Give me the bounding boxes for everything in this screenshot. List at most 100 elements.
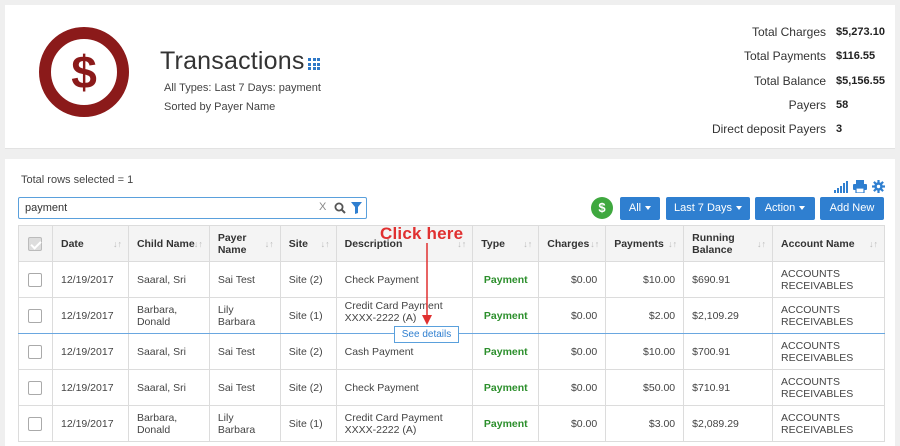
search-box: X <box>18 197 367 219</box>
type-filter-button[interactable]: All <box>620 197 660 220</box>
table-row[interactable]: 12/19/2017 Saaral, Sri Sai Test Site (2)… <box>18 369 885 406</box>
action-button[interactable]: Action <box>755 197 815 220</box>
summary-label: Direct deposit Payers <box>711 122 826 137</box>
child-name-cell: Barbara, Donald <box>127 297 210 334</box>
account-name-cell: ACCOUNTS RECEIVABLES <box>772 261 885 298</box>
action-label: Action <box>764 202 796 214</box>
column-header-label: Child Name <box>136 237 195 250</box>
sort-icon[interactable]: ↓↑ <box>265 239 274 249</box>
child-name-cell: Barbara, Donald <box>127 405 210 442</box>
site-cell: Site (1) <box>279 405 337 442</box>
child-name-cell: Saaral, Sri <box>127 369 210 406</box>
account-name-cell: ACCOUNTS RECEIVABLES <box>772 405 885 442</box>
grid-view-icon[interactable] <box>308 58 320 70</box>
date-cell: 12/19/2017 <box>51 261 129 298</box>
charges-cell: $0.00 <box>538 369 607 406</box>
column-header-label: Charges <box>547 237 590 250</box>
column-header-child-name[interactable]: Child Name ↓↑ <box>127 225 210 262</box>
signal-bars-icon[interactable] <box>834 181 848 193</box>
row-checkbox[interactable] <box>28 416 43 431</box>
column-header-label: Type <box>481 237 506 250</box>
see-details-link[interactable]: See details <box>394 326 459 343</box>
row-checkbox[interactable] <box>28 272 43 287</box>
column-header-payer-name[interactable]: Payer Name ↓↑ <box>208 225 281 262</box>
summary-value: $5,273.10 <box>836 26 885 39</box>
sort-icon[interactable]: ↓↑ <box>194 239 203 249</box>
column-header-account-name[interactable]: Account Name ↓↑ <box>772 225 885 262</box>
row-select-cell[interactable] <box>18 369 53 406</box>
payments-cell: $50.00 <box>605 369 685 406</box>
row-checkbox[interactable] <box>28 308 43 323</box>
child-name-cell: Saaral, Sri <box>127 333 210 370</box>
payments-cell: $2.00 <box>605 297 685 334</box>
row-checkbox[interactable] <box>28 344 43 359</box>
description-cell: Check Payment <box>335 369 474 406</box>
summary-value: 58 <box>836 99 849 112</box>
payer-name-cell: Sai Test <box>208 261 281 298</box>
sort-icon[interactable]: ↓↑ <box>757 239 766 249</box>
select-all-checkbox[interactable] <box>28 236 43 251</box>
type-filter-label: All <box>628 202 642 214</box>
site-cell: Site (2) <box>279 333 337 370</box>
total-payments-row: Total Payments $116.55 <box>618 44 878 68</box>
sort-icon[interactable]: ↓↑ <box>869 239 878 249</box>
charges-cell: $0.00 <box>538 297 607 334</box>
click-here-callout: Click here <box>380 224 464 243</box>
clear-search-icon[interactable]: X <box>319 201 326 213</box>
page-title: Transactions <box>160 47 305 75</box>
sort-icon[interactable]: ↓↑ <box>321 239 330 249</box>
total-charges-row: Total Charges $5,273.10 <box>618 20 885 44</box>
summary-label: Total Payments <box>743 49 826 64</box>
row-checkbox[interactable] <box>28 380 43 395</box>
row-select-cell[interactable] <box>18 261 53 298</box>
sort-icon[interactable]: ↓↑ <box>113 239 122 249</box>
search-input[interactable] <box>25 200 305 216</box>
column-header-label: Date <box>60 237 84 250</box>
date-range-button[interactable]: Last 7 Days <box>666 197 750 220</box>
type-cell: Payment <box>472 369 540 406</box>
column-header-label: Payer Name <box>217 231 247 256</box>
column-header-running-balance[interactable]: Running Balance ↓↑ <box>683 225 774 262</box>
column-header-date[interactable]: Date ↓↑ <box>51 225 129 262</box>
totals-summary: Total Charges $5,273.10 Total Payments $… <box>618 20 885 141</box>
summary-value: 3 <box>836 123 843 136</box>
print-icon[interactable] <box>853 180 867 193</box>
add-new-button[interactable]: Add New <box>820 197 884 220</box>
rows-selected-count: Total rows selected = 1 <box>21 174 134 186</box>
column-header-payments[interactable]: Payments ↓↑ <box>605 225 685 262</box>
sort-summary: Sorted by Payer Name <box>164 101 276 113</box>
type-cell: Payment <box>472 333 540 370</box>
search-icon[interactable] <box>334 202 346 214</box>
summary-value: $5,156.55 <box>836 74 885 87</box>
direct-deposit-payers-row: Direct deposit Payers 3 <box>618 117 878 141</box>
sort-icon[interactable]: ↓↑ <box>523 239 532 249</box>
description-cell: Check Payment <box>335 261 474 298</box>
filter-summary: All Types: Last 7 Days: payment <box>164 82 321 94</box>
date-cell: 12/19/2017 <box>51 405 129 442</box>
child-name-cell: Saaral, Sri <box>127 261 210 298</box>
gear-icon[interactable] <box>872 180 885 193</box>
charges-cell: $0.00 <box>538 261 607 298</box>
svg-text:$: $ <box>71 46 97 98</box>
charges-cell: $0.00 <box>538 405 607 442</box>
callout-arrow-icon <box>422 243 432 325</box>
payers-row: Payers 58 <box>618 93 878 117</box>
payment-dollar-button[interactable]: $ <box>591 197 613 219</box>
row-select-cell[interactable] <box>18 297 53 334</box>
select-all-header[interactable] <box>18 225 53 262</box>
running-balance-cell: $700.91 <box>683 333 774 370</box>
row-select-cell[interactable] <box>18 405 53 442</box>
sort-icon[interactable]: ↓↑ <box>668 239 677 249</box>
summary-label: Total Balance <box>753 73 826 88</box>
column-header-label: Site <box>288 237 308 250</box>
payments-cell: $3.00 <box>605 405 685 442</box>
sort-icon[interactable]: ↓↑ <box>590 239 599 249</box>
column-header-charges[interactable]: Charges ↓↑ <box>538 225 607 262</box>
table-row[interactable]: 12/19/2017 Barbara, Donald Lily Barbara … <box>18 405 885 442</box>
column-header-site[interactable]: Site ↓↑ <box>279 225 337 262</box>
table-row[interactable]: 12/19/2017 Saaral, Sri Sai Test Site (2)… <box>18 261 885 298</box>
column-header-type[interactable]: Type ↓↑ <box>472 225 540 262</box>
date-cell: 12/19/2017 <box>51 297 129 334</box>
filter-icon[interactable] <box>351 202 362 214</box>
row-select-cell[interactable] <box>18 333 53 370</box>
